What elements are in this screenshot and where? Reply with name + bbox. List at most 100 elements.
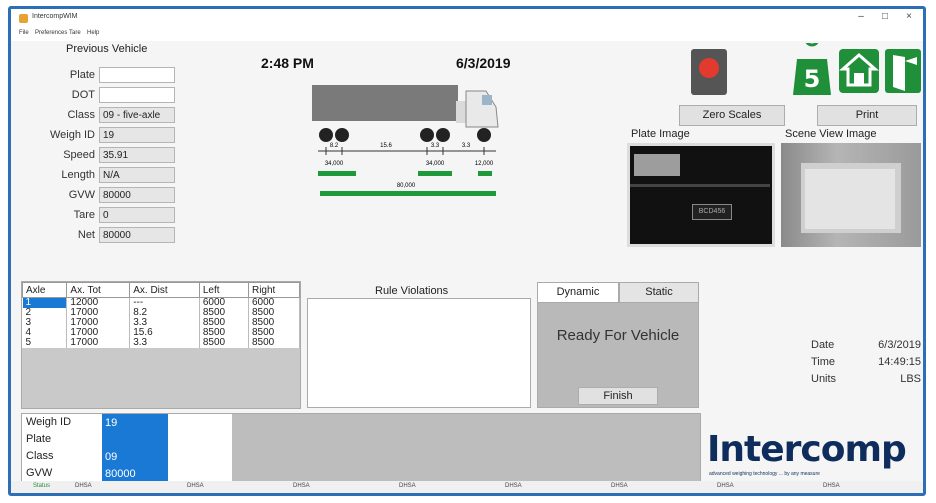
speed-field: 35.91 [99,147,175,163]
zero-scales-button[interactable]: Zero Scales [679,105,785,126]
col-right: Right [247,282,301,298]
finish-button[interactable]: Finish [578,387,658,405]
minimize-icon[interactable]: – [851,11,871,22]
col-ax-tot: Ax. Tot [66,282,131,298]
status-item: DHSA [611,483,628,489]
traffic-light-icon[interactable] [691,49,727,95]
status-item: DHSA [717,483,734,489]
truck-diagram: 8.2 15.6 3.3 3.3 34,000 34,000 12,000 80… [312,85,499,196]
menu-tare[interactable]: Tare [69,30,81,36]
menu-file[interactable]: File [19,30,29,36]
tare-label: Tare [73,209,95,221]
gvw-field: 80000 [99,187,175,203]
weigh-id-field: 19 [99,127,175,143]
rule-violations-list[interactable] [307,298,531,408]
fifth-wheel [456,101,466,123]
col-ax-dist: Ax. Dist [129,282,200,298]
intercomp-logo: Intercomp advanced weighing technology .… [705,429,921,481]
menu-help[interactable]: Help [87,30,99,36]
clock-time: 2:48 PM [261,55,314,71]
date-value: 6/3/2019 [878,339,921,351]
group-weight-bar [418,171,452,176]
units-label: Units [811,373,837,385]
total-weight-label: 80,000 [397,183,416,189]
plate-label: Plate [69,69,95,81]
class-value: 09 [102,448,168,466]
svg-text:5: 5 [804,65,821,93]
status-bar: Status DHSA DHSA DHSA DHSA DHSA DHSA DHS… [11,481,923,493]
class-label: Class [26,450,54,462]
time-value: 14:49:15 [878,356,921,368]
group-weight-bar [318,171,356,176]
tab-static[interactable]: Static [619,282,699,303]
status-item: Status [33,483,51,489]
status-item: DHSA [293,483,310,489]
menu-bar: File Preferences Tare Help [11,29,923,41]
group-weight-label: 34,000 [426,161,445,167]
maximize-icon[interactable]: □ [875,11,895,22]
date-label: Date [811,339,835,351]
length-label: Length [61,169,95,181]
home-icon[interactable] [837,47,881,95]
net-label: Net [77,229,95,241]
plate-value [102,431,168,449]
scene-view-image[interactable] [781,143,921,247]
exit-icon[interactable] [883,47,923,95]
bottom-weigh-row: Weigh ID 19 [22,414,244,432]
dot-label: DOT [71,89,95,101]
plate-image[interactable]: BCD456 [627,143,775,247]
units-value: LBS [900,373,921,385]
net-field: 80000 [99,227,175,243]
group-weight-label: 12,000 [475,161,494,167]
dynamic-panel: Ready For Vehicle Finish [537,302,699,408]
weigh-id-label: Weigh ID [26,416,72,428]
cell-ax-tot: 17000 [66,338,131,348]
class-label: Class [67,109,95,121]
plate-image-label: Plate Image [631,128,690,140]
menu-preferences[interactable]: Preferences [35,30,67,36]
axle-table-panel: Axle Ax. Tot Ax. Dist Left Right 1 12000… [21,281,301,409]
window-title: IntercompWIM [32,13,78,20]
logo-name: Intercomp [707,429,907,470]
plate-text: BCD456 [692,204,732,220]
status-item: DHSA [505,483,522,489]
class-field: 09 - five-axle [99,107,175,123]
previous-vehicle-title: Previous Vehicle [66,43,148,55]
status-item: DHSA [399,483,416,489]
status-item: DHSA [187,483,204,489]
plate-label: Plate [26,433,52,445]
gvw-label: GVW [26,467,53,479]
tab-dynamic[interactable]: Dynamic [537,282,619,303]
tare-field: 0 [99,207,175,223]
bottom-weigh-row: Class 09 [22,448,244,466]
gvw-label: GVW [68,189,95,201]
cell-ax-dist: 3.3 [129,338,200,348]
plate-field[interactable] [99,67,175,83]
app-window: IntercompWIM – □ × File Preferences Tare… [8,6,926,496]
bottom-weigh-panel: Weigh ID 19 Plate Class 09 GVW 80000 [21,413,701,484]
spacing-label: 8.2 [330,143,339,149]
dot-field[interactable] [99,87,175,103]
axle-table: Axle Ax. Tot Ax. Dist Left Right 1 12000… [21,282,301,348]
scale-weight-icon[interactable]: 5 [791,43,833,97]
weigh-id-value: 19 [102,414,168,432]
wheels [319,128,491,142]
status-text: Ready For Vehicle [556,327,680,344]
status-item: DHSA [75,483,92,489]
bottom-weigh-row: Plate [22,431,244,449]
spacing-label: 15.6 [380,143,392,149]
table-row[interactable]: 5 17000 3.3 8500 8500 [22,338,301,348]
print-button[interactable]: Print [817,105,917,126]
scene-image-label: Scene View Image [785,128,877,140]
total-weight-bar [320,191,496,196]
rule-violations-title: Rule Violations [375,285,449,297]
length-field: N/A [99,167,175,183]
time-label: Time [811,356,836,368]
group-weight-label: 34,000 [325,161,344,167]
col-left: Left [198,282,249,298]
status-item: DHSA [823,483,840,489]
spacing-label: 3.3 [431,143,440,149]
axle-table-header: Axle Ax. Tot Ax. Dist Left Right [21,282,301,298]
cell-left: 8500 [199,338,249,348]
close-icon[interactable]: × [899,11,919,22]
